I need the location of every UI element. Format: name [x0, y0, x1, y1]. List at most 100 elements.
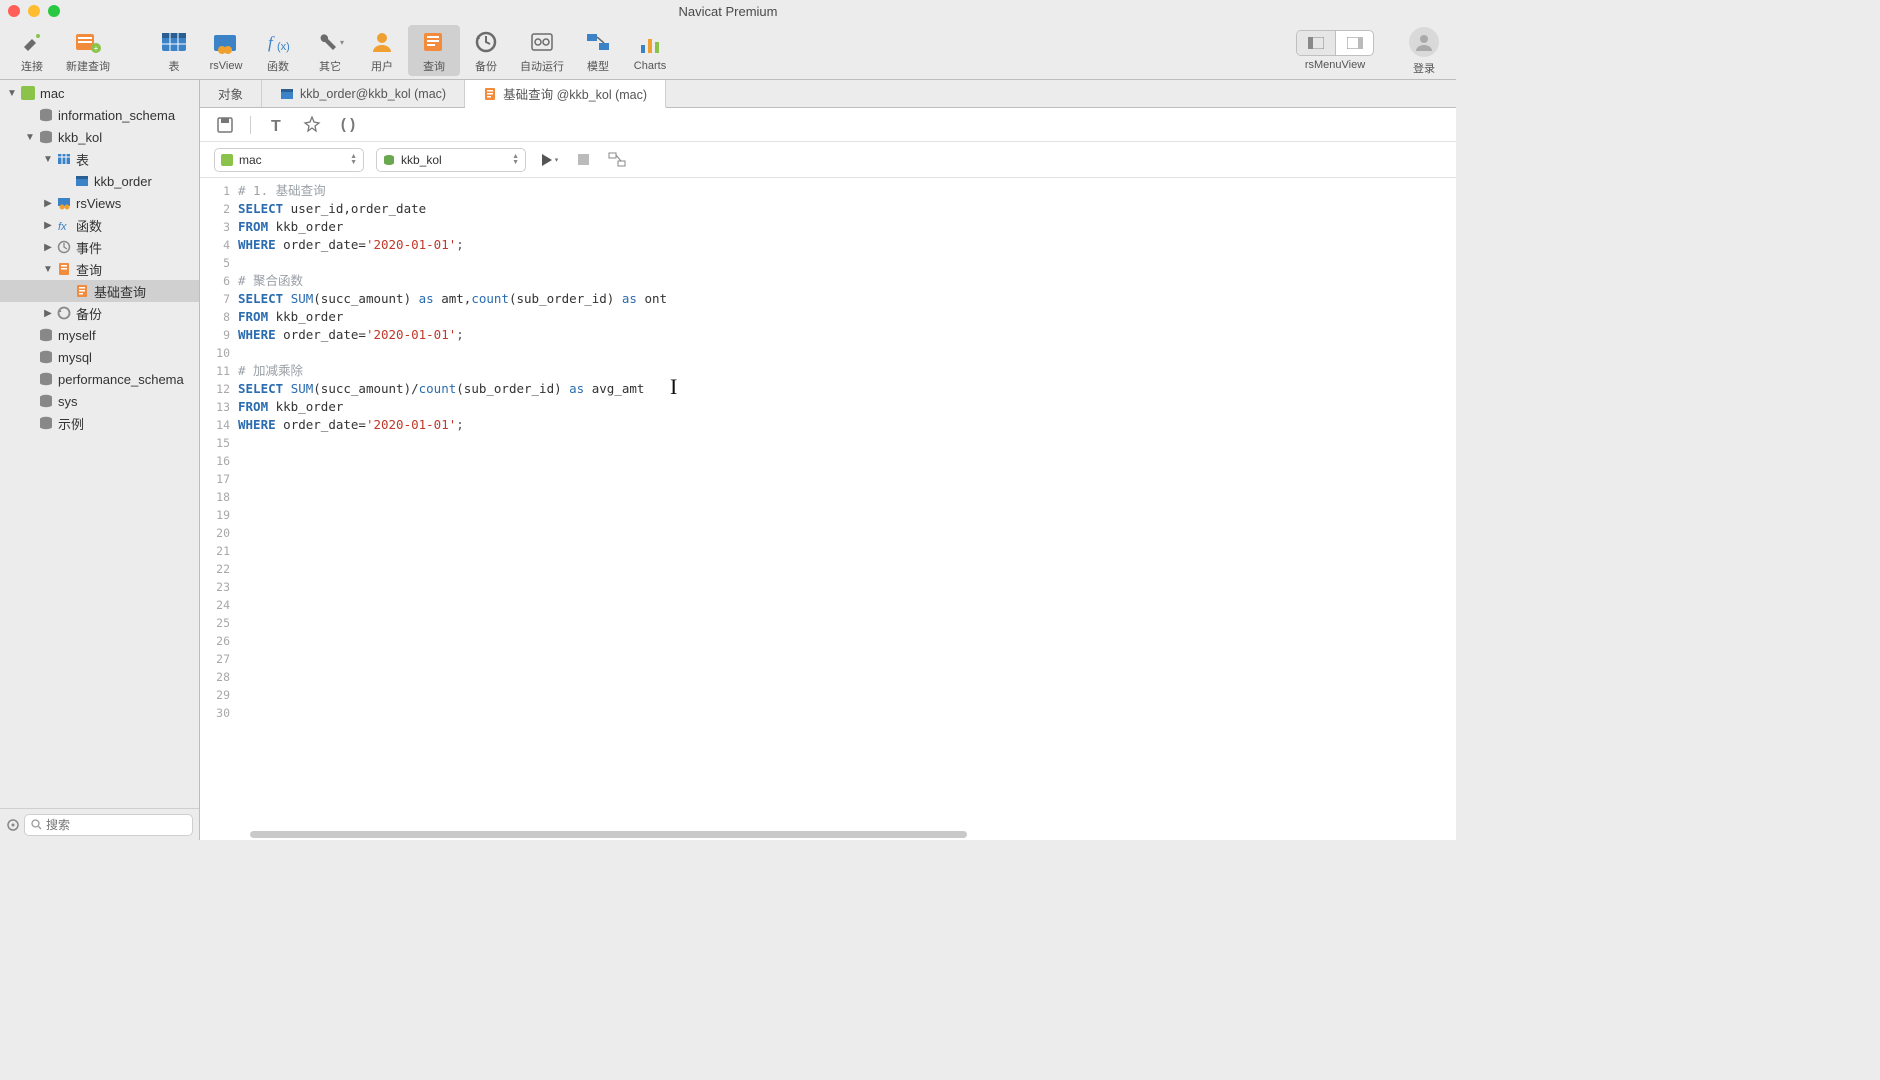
tree-item[interactable]: information_schema	[0, 104, 199, 126]
save-icon[interactable]	[214, 114, 236, 136]
model-icon	[584, 29, 612, 55]
tree-item-label: kkb_order	[94, 174, 152, 189]
chevron-right-icon[interactable]: ▶	[42, 241, 54, 253]
connection-dropdown[interactable]: mac ▲▼	[214, 148, 364, 172]
connection-tree[interactable]: ▼macinformation_schema▼kkb_kol▼表kkb_orde…	[0, 80, 199, 808]
tree-item-label: 示例	[58, 414, 84, 433]
rs-menu-view-label: rsMenuView	[1305, 59, 1365, 71]
toolbar-user[interactable]: 用户	[356, 25, 408, 76]
svg-text:+: +	[94, 44, 99, 53]
tree-item[interactable]: ▶ 备份	[0, 302, 199, 324]
tree-item[interactable]: mysql	[0, 346, 199, 368]
toolbar-view[interactable]: rsView	[200, 25, 252, 76]
tab[interactable]: 基础查询 @kkb_kol (mac)	[465, 80, 666, 108]
explain-button[interactable]	[606, 149, 628, 171]
toolbar-connection[interactable]: 连接	[6, 25, 58, 76]
connection-value: mac	[239, 153, 262, 167]
table-blue-icon	[280, 87, 294, 101]
tree-item-label: performance_schema	[58, 372, 184, 387]
new-query-icon: +	[74, 29, 102, 55]
spacer	[24, 395, 36, 407]
query-icon	[420, 29, 448, 55]
db-green-icon	[383, 154, 395, 166]
tree-item[interactable]: ▼mac	[0, 82, 199, 104]
toolbar-table[interactable]: 表	[148, 25, 200, 76]
toolbar-function[interactable]: f(x) 函数	[252, 25, 304, 76]
tree-item[interactable]: 基础查询	[0, 280, 199, 302]
run-button[interactable]: ▾	[538, 149, 560, 171]
tree-item-label: 备份	[76, 304, 102, 323]
sidebar-search-input[interactable]	[46, 818, 186, 832]
function-icon: f(x)	[264, 29, 292, 55]
spacer	[24, 109, 36, 121]
scroll-thumb[interactable]	[250, 831, 967, 838]
tab-label: 对象	[218, 84, 243, 103]
db-icon	[38, 129, 54, 145]
chevron-right-icon[interactable]: ▶	[42, 219, 54, 231]
svg-text:(x): (x)	[277, 41, 290, 53]
plug-icon	[18, 29, 46, 55]
conn-green-icon	[221, 154, 233, 166]
tree-item[interactable]: myself	[0, 324, 199, 346]
main-toolbar: 连接 + 新建查询 表 rsView	[0, 22, 1456, 80]
tree-item-label: mysql	[58, 350, 92, 365]
seg-left-panel[interactable]	[1297, 31, 1335, 55]
toolbar-login[interactable]: 登录	[1398, 23, 1450, 78]
format-icon[interactable]: T	[265, 114, 287, 136]
sql-editor[interactable]: 1234567891011121314151617181920212223242…	[200, 178, 1456, 828]
tree-item[interactable]: 示例	[0, 412, 199, 434]
spacer	[60, 285, 72, 297]
tree-item[interactable]: ▼ kkb_kol	[0, 126, 199, 148]
chevron-down-icon[interactable]: ▼	[42, 153, 54, 165]
tree-item-label: kkb_kol	[58, 130, 102, 145]
titlebar: Navicat Premium	[0, 0, 1456, 22]
tree-item-label: 查询	[76, 260, 102, 279]
chevron-down-icon[interactable]: ▼	[42, 263, 54, 275]
tree-item[interactable]: ▼ 查询	[0, 258, 199, 280]
toolbar-model[interactable]: 模型	[572, 25, 624, 76]
chevron-updown-icon: ▲▼	[512, 154, 519, 165]
chevron-down-icon[interactable]: ▼	[24, 131, 36, 143]
tree-item-label: myself	[58, 328, 96, 343]
sidebar-search[interactable]	[24, 814, 193, 836]
stop-button[interactable]	[572, 149, 594, 171]
tree-item[interactable]: sys	[0, 390, 199, 412]
tab-label: 基础查询 @kkb_kol (mac)	[503, 84, 647, 103]
tree-item-label: 基础查询	[94, 282, 146, 301]
query-doc-icon	[74, 283, 90, 299]
toolbar-automation[interactable]: 自动运行	[512, 25, 572, 76]
tree-item[interactable]: ▶事件	[0, 236, 199, 258]
toolbar-new-query[interactable]: + 新建查询	[58, 25, 118, 76]
user-icon	[368, 29, 396, 55]
database-dropdown[interactable]: kkb_kol ▲▼	[376, 148, 526, 172]
chevron-down-icon[interactable]: ▼	[6, 87, 18, 99]
toolbar-other[interactable]: ▾ 其它	[304, 25, 356, 76]
tab[interactable]: kkb_order@kkb_kol (mac)	[262, 80, 465, 107]
settings-icon[interactable]	[6, 818, 20, 832]
tree-item[interactable]: ▶fx函数	[0, 214, 199, 236]
tree-item[interactable]: performance_schema	[0, 368, 199, 390]
spacer	[24, 373, 36, 385]
window-title: Navicat Premium	[0, 4, 1456, 19]
conn-green-icon	[20, 85, 36, 101]
seg-right-panel[interactable]	[1335, 31, 1373, 55]
view-icon	[56, 195, 72, 211]
tree-item-label: 函数	[76, 216, 102, 235]
brackets-icon[interactable]: ( )	[337, 114, 359, 136]
chevron-updown-icon: ▲▼	[350, 154, 357, 165]
tree-item[interactable]: ▶rsViews	[0, 192, 199, 214]
charts-icon	[636, 31, 664, 57]
query-doc-icon	[483, 87, 497, 101]
tree-item-label: 表	[76, 150, 89, 169]
tree-item[interactable]: kkb_order	[0, 170, 199, 192]
tab[interactable]: 对象	[200, 80, 262, 107]
horizontal-scrollbar[interactable]	[200, 828, 1456, 840]
code-area[interactable]: # 1. 基础查询SELECT user_id,order_dateFROM k…	[238, 178, 1456, 828]
chevron-right-icon[interactable]: ▶	[42, 197, 54, 209]
toolbar-charts[interactable]: Charts	[624, 25, 676, 76]
chevron-right-icon[interactable]: ▶	[42, 307, 54, 319]
toolbar-query[interactable]: 查询	[408, 25, 460, 76]
toolbar-backup[interactable]: 备份	[460, 25, 512, 76]
tree-item[interactable]: ▼表	[0, 148, 199, 170]
beautify-icon[interactable]	[301, 114, 323, 136]
